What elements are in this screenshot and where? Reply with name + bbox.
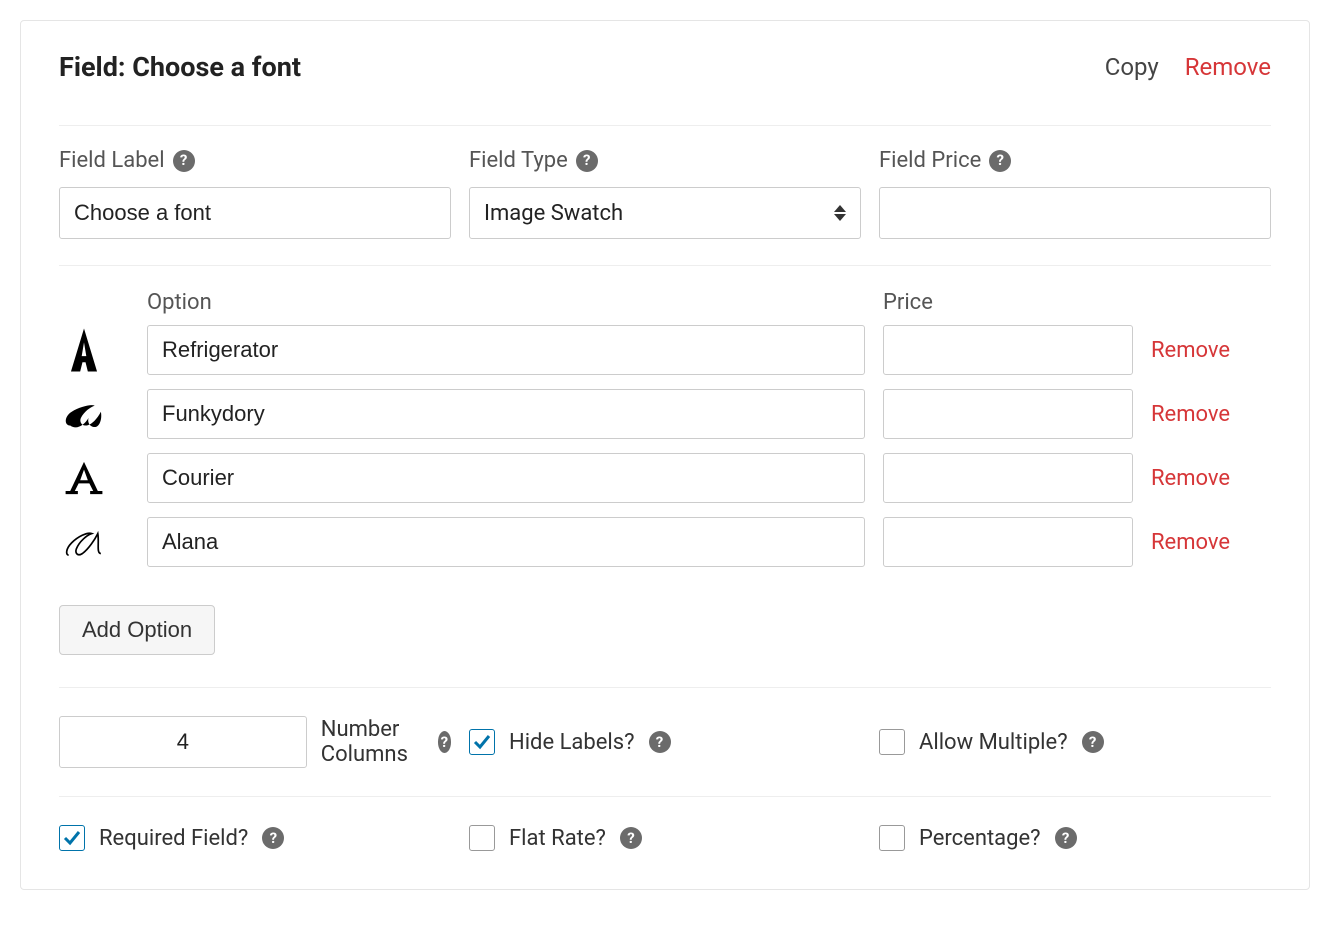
field-type-caption: Field Type ? [469, 148, 861, 173]
option-remove-button[interactable]: Remove [1151, 466, 1271, 491]
percentage-label: Percentage? [919, 826, 1041, 851]
flat-rate-label: Flat Rate? [509, 826, 606, 851]
option-price-input[interactable] [883, 453, 1133, 503]
check-icon [62, 828, 82, 848]
option-remove-button[interactable]: Remove [1151, 338, 1271, 363]
field-label-group: Field Label ? [59, 148, 451, 239]
flat-rate-setting: Flat Rate? ? [469, 825, 861, 851]
options-section: Option Price Remove Remove [59, 290, 1271, 688]
check-icon [472, 732, 492, 752]
remove-button[interactable]: Remove [1185, 53, 1271, 81]
number-columns-setting: Number Columns ? [59, 716, 451, 768]
help-icon[interactable]: ? [173, 150, 195, 172]
option-row: Remove [59, 517, 1271, 567]
help-icon[interactable]: ? [1055, 827, 1077, 849]
option-price-input[interactable] [883, 325, 1133, 375]
header-actions: Copy Remove [1105, 53, 1271, 81]
panel-title: Field: Choose a font [59, 51, 301, 83]
field-panel: Field: Choose a font Copy Remove Field L… [20, 20, 1310, 890]
allow-multiple-label: Allow Multiple? [919, 730, 1068, 755]
chevron-up-down-icon [834, 205, 846, 221]
required-field-checkbox[interactable] [59, 825, 85, 851]
options-header-option: Option [147, 290, 865, 315]
add-option-button[interactable]: Add Option [59, 605, 215, 655]
option-remove-button[interactable]: Remove [1151, 402, 1271, 427]
option-name-input[interactable] [147, 389, 865, 439]
field-price-input[interactable] [879, 187, 1271, 239]
option-price-input[interactable] [883, 389, 1133, 439]
options-header: Option Price [59, 290, 1271, 315]
option-price-input[interactable] [883, 517, 1133, 567]
field-type-value: Image Swatch [484, 201, 623, 226]
number-columns-label: Number Columns [321, 717, 424, 767]
help-icon[interactable]: ? [438, 731, 451, 753]
allow-multiple-setting: Allow Multiple? ? [879, 729, 1271, 755]
hide-labels-checkbox[interactable] [469, 729, 495, 755]
swatch-a-serif-icon[interactable] [59, 453, 109, 503]
swatch-a-condensed-bold-icon[interactable] [59, 325, 109, 375]
help-icon[interactable]: ? [576, 150, 598, 172]
field-type-group: Field Type ? Image Swatch [469, 148, 861, 239]
copy-button[interactable]: Copy [1105, 53, 1159, 81]
option-name-input[interactable] [147, 517, 865, 567]
flat-rate-checkbox[interactable] [469, 825, 495, 851]
option-name-input[interactable] [147, 325, 865, 375]
field-price-text: Field Price [879, 148, 981, 173]
field-label-input[interactable] [59, 187, 451, 239]
hide-labels-setting: Hide Labels? ? [469, 729, 861, 755]
allow-multiple-checkbox[interactable] [879, 729, 905, 755]
option-remove-button[interactable]: Remove [1151, 530, 1271, 555]
option-row: Remove [59, 453, 1271, 503]
option-row: Remove [59, 325, 1271, 375]
field-label-text: Field Label [59, 148, 165, 173]
percentage-setting: Percentage? ? [879, 825, 1271, 851]
title-field-name: Choose a font [132, 51, 301, 83]
field-label-caption: Field Label ? [59, 148, 451, 173]
settings-row-1: Number Columns ? Hide Labels? ? Allow Mu… [59, 688, 1271, 797]
help-icon[interactable]: ? [262, 827, 284, 849]
percentage-checkbox[interactable] [879, 825, 905, 851]
required-field-setting: Required Field? ? [59, 825, 451, 851]
help-icon[interactable]: ? [1082, 731, 1104, 753]
panel-header: Field: Choose a font Copy Remove [59, 51, 1271, 126]
title-prefix: Field: [59, 51, 132, 83]
help-icon[interactable]: ? [620, 827, 642, 849]
option-name-input[interactable] [147, 453, 865, 503]
number-columns-input[interactable] [59, 716, 307, 768]
required-field-label: Required Field? [99, 826, 248, 851]
field-price-caption: Field Price ? [879, 148, 1271, 173]
options-header-price: Price [883, 290, 1133, 315]
field-type-text: Field Type [469, 148, 568, 173]
settings-row-2: Required Field? ? Flat Rate? ? Percentag… [59, 797, 1271, 879]
swatch-a-cursive-thin-icon[interactable] [59, 517, 109, 567]
option-row: Remove [59, 389, 1271, 439]
help-icon[interactable]: ? [649, 731, 671, 753]
hide-labels-label: Hide Labels? [509, 730, 635, 755]
field-price-group: Field Price ? [879, 148, 1271, 239]
help-icon[interactable]: ? [989, 150, 1011, 172]
swatch-a-script-fancy-icon[interactable] [59, 389, 109, 439]
field-basics-row: Field Label ? Field Type ? Image Swatch … [59, 148, 1271, 266]
field-type-select[interactable]: Image Swatch [469, 187, 861, 239]
